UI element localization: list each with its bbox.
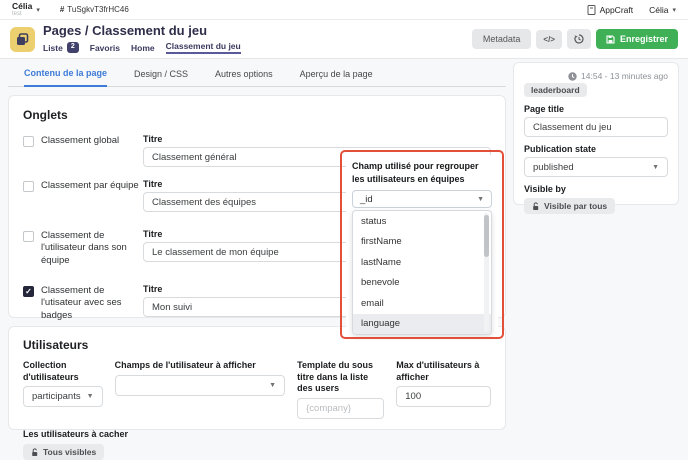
metadata-button[interactable]: Metadata (472, 29, 532, 49)
checkbox-label: Classement de l'utilisateur dans son équ… (41, 230, 143, 267)
team-field-popover: Champ utilisé pour regrouper les utilisa… (346, 155, 498, 341)
page-title-input[interactable]: Classement du jeu (524, 117, 668, 137)
section-heading-onglets: Onglets (23, 108, 491, 122)
top-bar: Célia test ▾ # TuSgkvT3frHC46 AppCraft C… (0, 0, 688, 20)
project-id[interactable]: # TuSgkvT3frHC46 (60, 5, 129, 14)
hash-icon: # (60, 5, 64, 14)
unlock-icon (532, 202, 540, 211)
save-button[interactable]: Enregistrer (596, 29, 678, 49)
history-icon (574, 34, 584, 44)
workspace-subtitle: test (12, 11, 32, 17)
clock-icon (568, 72, 577, 81)
chevron-down-icon: ▼ (269, 382, 276, 389)
last-saved-timestamp: 14:54 - 13 minutes ago (524, 71, 668, 81)
template-label: Template du sous titre dans la liste des… (297, 360, 384, 395)
page-title-label: Page title (524, 104, 668, 114)
max-users-label: Max d'utilisateurs à afficher (396, 360, 491, 383)
chevron-down-icon: ▼ (652, 164, 659, 171)
save-label: Enregistrer (620, 34, 668, 44)
tab-contenu-de-la-page[interactable]: Contenu de la page (24, 68, 107, 87)
nav-tab-favoris[interactable]: Favoris (90, 43, 120, 53)
titre-label: Titre (143, 134, 491, 144)
champs-select[interactable]: ▼ (115, 375, 286, 396)
code-button[interactable]: </> (536, 30, 562, 49)
hidden-users-label: Les utilisateurs à cacher (23, 429, 491, 439)
chevron-down-icon: ▾ (672, 6, 676, 14)
menu-item-email[interactable]: email (353, 293, 491, 314)
menu-item-firstName[interactable]: firstName (353, 232, 491, 253)
appcraft-label: AppCraft (600, 5, 634, 15)
menu-item-language[interactable]: language (353, 314, 491, 335)
liste-count-badge: 2 (67, 42, 79, 52)
checkbox-classement-par-equipe[interactable] (23, 181, 34, 192)
page-settings-panel: 14:54 - 13 minutes ago leaderboard Page … (513, 62, 679, 205)
hidden-users-badge[interactable]: Tous visibles (23, 444, 104, 460)
template-input[interactable]: {company} (297, 398, 384, 419)
user-name: Célia (649, 5, 668, 15)
page-type-badge: leaderboard (524, 83, 587, 97)
book-icon (587, 5, 596, 15)
tab-design-css[interactable]: Design / CSS (134, 69, 188, 86)
publication-state-label: Publication state (524, 144, 668, 154)
champs-label: Champs de l'utilisateur à afficher (115, 360, 286, 372)
checkbox-classement-badges[interactable]: ✓ (23, 286, 34, 297)
chevron-down-icon: ▾ (36, 6, 40, 14)
workspace-switcher[interactable]: Célia test ▾ (12, 2, 40, 18)
page-nav-tabs: Liste 2 Favoris Home Classement du jeu (43, 41, 241, 54)
checkbox-label: Classement de l'utisateur avec ses badge… (41, 285, 143, 322)
checkbox-classement-global[interactable] (23, 136, 34, 147)
appcraft-link[interactable]: AppCraft (587, 5, 634, 15)
visible-by-badge[interactable]: Visible par tous (524, 198, 615, 214)
checkbox-label: Classement global (41, 135, 119, 167)
utilisateurs-section: Utilisateurs Collection d'utilisateurs p… (8, 326, 506, 430)
code-icon: </> (543, 35, 555, 44)
save-icon (606, 35, 615, 44)
max-users-input[interactable]: 100 (396, 386, 491, 407)
pages-icon (10, 27, 35, 52)
dropdown-scrollbar-thumb[interactable] (484, 215, 489, 257)
menu-item-lastName[interactable]: lastName (353, 252, 491, 273)
unlock-icon (31, 448, 39, 457)
history-button[interactable] (567, 29, 591, 49)
project-id-text: TuSgkvT3frHC46 (67, 5, 129, 14)
checkbox-label: Classement par équipe (41, 180, 139, 212)
nav-tab-home[interactable]: Home (131, 43, 155, 53)
tab-autres-options[interactable]: Autres options (215, 69, 273, 86)
tab-apercu-de-la-page[interactable]: Aperçu de la page (300, 69, 373, 86)
chevron-down-icon: ▼ (87, 393, 94, 400)
menu-item-benevole[interactable]: benevole (353, 273, 491, 294)
publication-state-select[interactable]: published ▼ (524, 157, 668, 177)
nav-tab-classement-du-jeu[interactable]: Classement du jeu (166, 41, 241, 54)
page-title: Pages / Classement du jeu (43, 24, 241, 38)
menu-item-status[interactable]: status (353, 211, 491, 232)
chevron-down-icon: ▼ (477, 196, 484, 203)
user-menu[interactable]: Célia ▾ (649, 5, 676, 15)
checkbox-classement-utilisateur-equipe[interactable] (23, 231, 34, 242)
visible-by-label: Visible by (524, 184, 668, 194)
workspace-name: Célia (12, 2, 32, 11)
team-field-label: Champ utilisé pour regrouper les utilisa… (352, 160, 492, 186)
team-field-select[interactable]: _id ▼ (352, 190, 492, 208)
collection-label: Collection d'utilisateurs (23, 360, 103, 383)
page-header: Pages / Classement du jeu Liste 2 Favori… (0, 20, 688, 59)
nav-tab-liste[interactable]: Liste 2 (43, 42, 79, 52)
team-field-dropdown-menu: status firstName lastName benevole email… (352, 210, 492, 335)
collection-select[interactable]: participants ▼ (23, 386, 103, 407)
content-tabs: Contenu de la page Design / CSS Autres o… (8, 63, 506, 87)
page: Célia test ▾ # TuSgkvT3frHC46 AppCraft C… (0, 0, 688, 436)
